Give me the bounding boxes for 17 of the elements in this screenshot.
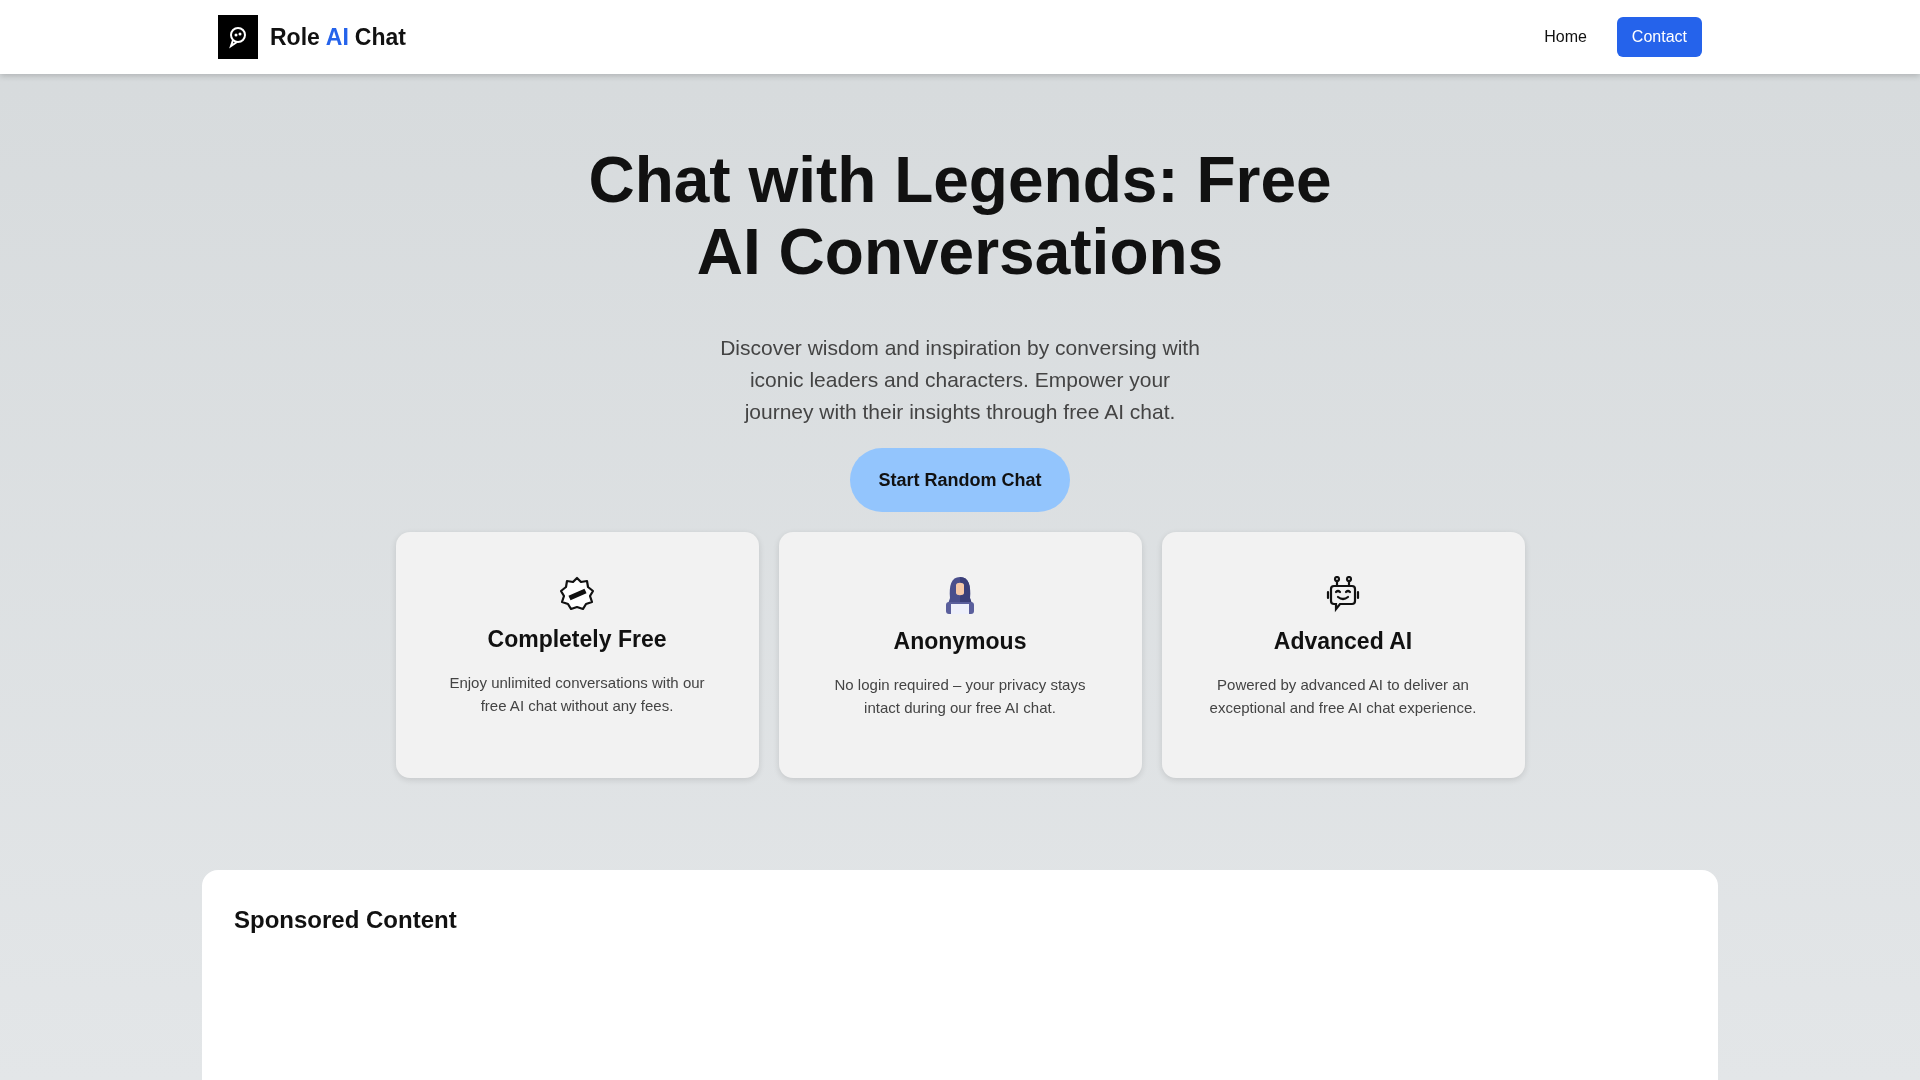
nav-link[interactable]: Home xyxy=(1544,28,1587,46)
contact-button[interactable]: Contact xyxy=(1616,17,1702,57)
robot-icon xyxy=(1326,576,1360,614)
card-text: No login required – your privacy stays intact during our free AI chat. xyxy=(833,675,1087,718)
hooded-figure-icon xyxy=(944,576,976,614)
hero-subtitle: Discover wisdom and inspiration by conversing with iconic leaders and characters. Empower your journey with their insights through free AI chat. xyxy=(719,335,1201,425)
brand-name[interactable]: Role AI Chat xyxy=(270,23,406,51)
start-chat-button[interactable]: Start Random Chat xyxy=(850,448,1070,512)
card-title: Completely Free xyxy=(487,626,667,653)
card-title: Advanced AI xyxy=(1273,628,1413,655)
badge-icon xyxy=(559,576,595,612)
card-title: Anonymous xyxy=(893,628,1027,655)
card-text: Powered by advanced AI to deliver an exceptional and free AI chat experience. xyxy=(1209,675,1477,718)
card-text: Enjoy unlimited conversations with our free AI chat without any fees. xyxy=(448,673,706,716)
logo-icon xyxy=(218,15,258,59)
section-title: Sponsored Content xyxy=(234,906,458,934)
hero-title: Chat with Legends: Free AI Conversations xyxy=(587,144,1333,288)
